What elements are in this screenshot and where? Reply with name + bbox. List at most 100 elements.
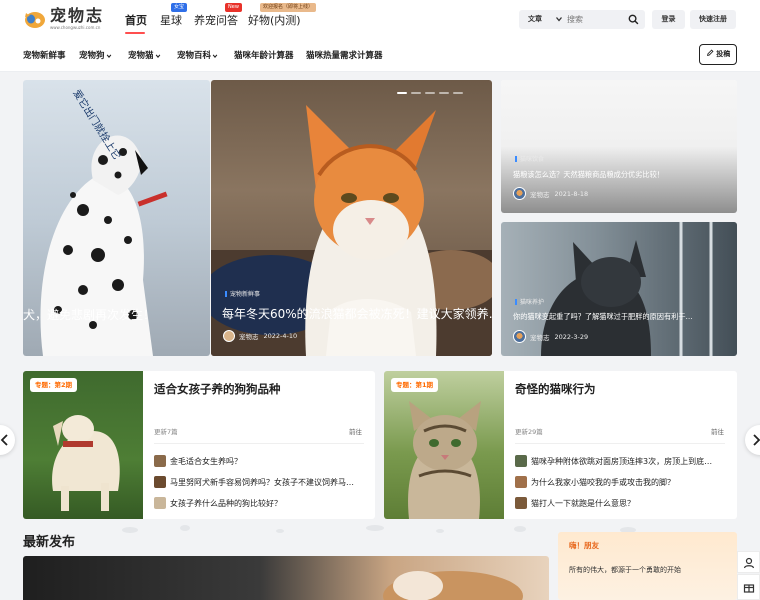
subnav-cat-calorie-calc[interactable]: 猫咪热量需求计算器 bbox=[306, 49, 383, 61]
float-user-button[interactable] bbox=[737, 551, 760, 573]
topic-2-updated: 更新29篇 bbox=[515, 428, 543, 436]
slide-center-date: 2022-4-10 bbox=[263, 332, 298, 340]
chevron-right-icon bbox=[753, 434, 760, 446]
slider-dot[interactable] bbox=[439, 92, 449, 94]
topic-1-item[interactable]: 马里努阿犬新手容易饲养吗？女孩子不建议饲养马… bbox=[154, 476, 366, 488]
chevron-down-icon bbox=[106, 54, 111, 58]
slide-center[interactable]: 宠物新鲜事 每年冬天60%的流浪猫都会被冻死！建议大家领养… 宠物志 2022-… bbox=[211, 80, 492, 356]
user-icon bbox=[743, 557, 755, 569]
subnav-pet-wiki[interactable]: 宠物百科 bbox=[177, 49, 218, 61]
pencil-icon bbox=[706, 49, 714, 56]
divider bbox=[515, 443, 725, 444]
topic-2-item[interactable]: 为什么我家小猫咬我的手或攻击我的脚？ bbox=[515, 476, 675, 488]
search-category[interactable]: 文章 bbox=[528, 14, 542, 24]
subnav-cat-age-calc[interactable]: 猫咪年龄计算器 bbox=[234, 49, 294, 61]
topic-1-item-title: 女孩子养什么品种的狗比较好？ bbox=[170, 498, 282, 508]
side-card-1-tag[interactable]: 猫咪饮食 bbox=[515, 154, 544, 163]
author-avatar[interactable] bbox=[223, 330, 235, 342]
latest-dog-illustration bbox=[383, 571, 523, 600]
side-card-1-title: 猫粮该怎么选？天然猫粮商品粮成分优劣比较！ bbox=[513, 170, 664, 179]
post-button[interactable]: 投稿 bbox=[699, 44, 737, 65]
slide-center-title: 每年冬天60%的流浪猫都会被冻死！建议大家领养… bbox=[222, 307, 492, 321]
author-avatar[interactable] bbox=[513, 187, 526, 200]
topic-2-item-title: 为什么我家小猫咬我的手或攻击我的脚？ bbox=[531, 477, 675, 487]
topic-2-item-title: 猫打人一下就跑是什么意思？ bbox=[531, 498, 635, 508]
topic-1-item-thumb bbox=[154, 497, 166, 509]
promo-greeting: 嗨！朋友 bbox=[569, 541, 599, 550]
side-card-2-author[interactable]: 宠物志 bbox=[530, 332, 550, 342]
slide-center-author[interactable]: 宠物志 bbox=[239, 331, 259, 341]
topic-1-badge: 专题：第2期 bbox=[30, 378, 78, 392]
search-input[interactable] bbox=[567, 10, 629, 29]
chevron-down-icon bbox=[556, 17, 562, 22]
chevron-left-icon bbox=[0, 434, 8, 446]
topic-1-title[interactable]: 适合女孩子养的狗狗品种 bbox=[154, 381, 281, 397]
slider-dots bbox=[397, 92, 463, 94]
register-button[interactable]: 快速注册 bbox=[690, 10, 736, 29]
topic-2-item-thumb bbox=[515, 497, 527, 509]
site-logo[interactable]: 宠物志 www.chongwuzhi.com.cn bbox=[22, 7, 104, 30]
topic-1-item-thumb bbox=[154, 476, 166, 488]
side-card-1[interactable]: 猫咪饮食 猫粮该怎么选？天然猫粮商品粮成分优劣比较！ 宠物志 2021-8-18 bbox=[501, 80, 737, 213]
topic-2-item[interactable]: 猫打人一下就跑是什么意思？ bbox=[515, 497, 635, 509]
logo-url: www.chongwuzhi.com.cn bbox=[50, 25, 101, 30]
author-avatar[interactable] bbox=[513, 330, 526, 343]
side-card-2[interactable]: 猫咪养护 你的猫咪变起重了吗？了解猫咪过于肥胖的原因有利于… 宠物志 2022-… bbox=[501, 222, 737, 356]
topics-prev-button[interactable] bbox=[0, 425, 15, 455]
topic-2-item[interactable]: 猫咪孕种附体欲跳对面房顶连摔3次，房顶上到底… bbox=[515, 455, 727, 467]
nav-home[interactable]: 首页 bbox=[125, 12, 147, 28]
topic-2-item-thumb bbox=[515, 476, 527, 488]
labrador-photo[interactable] bbox=[23, 371, 143, 519]
latest-feature-card[interactable] bbox=[23, 556, 549, 600]
logo-name: 宠物志 bbox=[50, 6, 105, 25]
topic-2-item-title: 猫咪孕种附体欲跳对面房顶连摔3次，房顶上到底… bbox=[531, 456, 713, 466]
chevron-down-icon bbox=[212, 54, 218, 58]
slide-center-meta: 宠物志 2022-4-10 bbox=[223, 330, 297, 342]
tabby-cat-illustration bbox=[408, 401, 481, 519]
side-card-1-meta: 宠物志 2021-8-18 bbox=[513, 187, 588, 200]
slide-left[interactable]: 爱它出门就拴上它 犬，避免悲剧再次发生！ bbox=[23, 80, 210, 356]
labrador-illustration bbox=[52, 415, 120, 511]
subnav-pet-cat[interactable]: 宠物猫 bbox=[128, 49, 161, 61]
slider-dot[interactable] bbox=[411, 92, 421, 94]
nav-goods[interactable]: 好物(内测) bbox=[248, 12, 301, 28]
topic-2-go-link[interactable]: 前往 bbox=[711, 426, 724, 436]
promo-card: 嗨！朋友 所有的伟大，都源于一个勇敢的开始 bbox=[558, 532, 737, 600]
nav-qa-badge: New bbox=[225, 3, 242, 12]
topic-1-item-title: 金毛适合女生养吗？ bbox=[170, 456, 242, 466]
topic-2-item-thumb bbox=[515, 455, 527, 467]
topic-1-item-title: 马里努阿犬新手容易饲养吗？女孩子不建议饲养马… bbox=[170, 477, 354, 487]
subnav-pet-wiki-label: 宠物百科 bbox=[177, 51, 212, 61]
topics-next-button[interactable] bbox=[745, 425, 760, 455]
subnav-pet-cat-label: 宠物猫 bbox=[128, 51, 154, 61]
side-card-2-date: 2022-3-29 bbox=[554, 332, 589, 341]
subnav-pet-dog[interactable]: 宠物狗 bbox=[79, 49, 112, 61]
slider-dot[interactable] bbox=[397, 92, 407, 94]
search-icon[interactable] bbox=[628, 14, 639, 25]
gift-icon bbox=[743, 584, 755, 593]
nav-planet[interactable]: 星球 bbox=[160, 12, 182, 28]
search-box: 文章 bbox=[519, 10, 645, 29]
side-card-2-tag[interactable]: 猫咪养护 bbox=[515, 297, 544, 306]
nav-goods-badge: 欢迎报名（即将上线） bbox=[260, 3, 317, 12]
promo-text: 所有的伟大，都源于一个勇敢的开始 bbox=[569, 566, 681, 574]
topic-1-go-link[interactable]: 前往 bbox=[349, 426, 362, 436]
slide-center-tag[interactable]: 宠物新鲜事 bbox=[225, 289, 260, 298]
slider-dot[interactable] bbox=[453, 92, 463, 94]
tabby-cat-photo[interactable] bbox=[384, 371, 504, 519]
topic-2-title[interactable]: 奇怪的猫咪行为 bbox=[515, 381, 596, 397]
slider-dot[interactable] bbox=[425, 92, 435, 94]
login-button[interactable]: 登录 bbox=[652, 10, 685, 29]
side-card-2-title: 你的猫咪变起重了吗？了解猫咪过于肥胖的原因有利于… bbox=[513, 312, 693, 321]
nav-qa[interactable]: 养宠问答 bbox=[194, 12, 238, 28]
side-card-1-author[interactable]: 宠物志 bbox=[530, 189, 550, 199]
topic-1-item[interactable]: 金毛适合女生养吗？ bbox=[154, 455, 242, 467]
subnav-pet-news[interactable]: 宠物新鲜事 bbox=[23, 49, 66, 61]
topic-1-item[interactable]: 女孩子养什么品种的狗比较好？ bbox=[154, 497, 282, 509]
topic-1-item-thumb bbox=[154, 455, 166, 467]
float-cart-button[interactable] bbox=[737, 574, 760, 600]
side-card-2-meta: 宠物志 2022-3-29 bbox=[513, 330, 588, 343]
chevron-down-icon bbox=[155, 54, 160, 58]
latest-section-title: 最新发布 bbox=[23, 535, 76, 550]
post-button-label: 投稿 bbox=[716, 50, 731, 58]
